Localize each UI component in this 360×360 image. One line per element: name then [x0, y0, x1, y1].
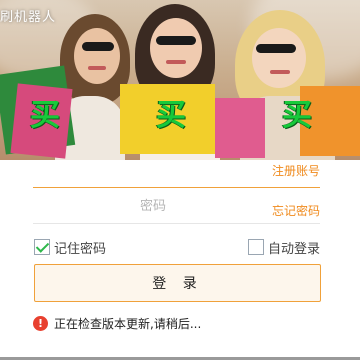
- remember-password-checkbox[interactable]: [34, 239, 50, 255]
- sunglasses-icon: [256, 44, 296, 53]
- sunglasses-icon: [82, 42, 114, 51]
- shopper-face: [150, 18, 202, 78]
- login-button[interactable]: 登 录: [34, 264, 321, 302]
- auto-login-option[interactable]: 自动登录: [247, 238, 320, 257]
- smile: [270, 70, 290, 74]
- banner-glyph: 买: [156, 98, 186, 133]
- alert-circle-icon: !: [33, 316, 48, 331]
- smile: [88, 66, 106, 70]
- update-status: ! 正在检查版本更新,请稍后...: [33, 315, 201, 332]
- banner-glyph: 买: [30, 98, 60, 133]
- status-message: 正在检查版本更新,请稍后...: [54, 317, 202, 331]
- header-banner-image: 买 买 买 刷机器人: [0, 0, 360, 160]
- auto-login-checkbox[interactable]: [247, 239, 264, 255]
- shopper-face: [252, 28, 306, 88]
- shopping-bag-icon: [215, 98, 265, 158]
- register-link[interactable]: 注册账号: [272, 162, 320, 179]
- password-row: 忘记密码: [33, 190, 320, 224]
- remember-password-option[interactable]: 记住密码: [34, 238, 107, 257]
- forgot-password-link[interactable]: 忘记密码: [272, 202, 320, 219]
- shopper-face: [74, 28, 120, 84]
- account-row: 注册账号: [33, 160, 320, 188]
- remember-password-label: 记住密码: [54, 241, 107, 257]
- app-title: 刷机器人: [0, 10, 57, 25]
- account-input[interactable]: [33, 160, 233, 187]
- password-input[interactable]: [33, 190, 233, 223]
- sunglasses-icon: [156, 36, 196, 45]
- login-form: 注册账号 忘记密码 记住密码 自动登录 登 录 ! 正在检查版本更新,请稍后..…: [0, 160, 360, 360]
- auto-login-label: 自动登录: [267, 241, 320, 257]
- smile: [166, 60, 186, 64]
- banner-glyph: 买: [282, 98, 312, 133]
